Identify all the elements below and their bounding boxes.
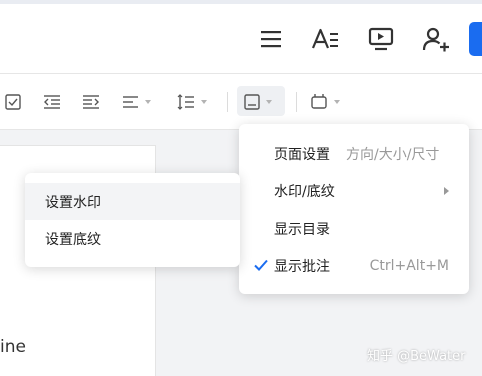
menu-item-label: 水印/底纹 bbox=[274, 183, 335, 200]
present-icon[interactable] bbox=[366, 24, 396, 54]
menu-item-shortcut: Ctrl+Alt+M bbox=[369, 257, 449, 274]
source-watermark: 知乎 @BeWater bbox=[367, 349, 466, 364]
menu-item-label: 显示批注 bbox=[274, 258, 330, 275]
indent-icon[interactable] bbox=[82, 92, 100, 112]
plugin-icon bbox=[311, 94, 327, 109]
checkbox-icon[interactable] bbox=[5, 92, 21, 112]
align-icon bbox=[123, 96, 138, 108]
checkmark-icon bbox=[254, 259, 268, 271]
line-spacing-dropdown[interactable] bbox=[177, 92, 207, 112]
header-top-strip bbox=[0, 0, 482, 4]
chevron-down-icon bbox=[145, 100, 151, 104]
chevron-right-icon bbox=[444, 186, 449, 195]
outdent-icon[interactable] bbox=[43, 92, 61, 112]
chevron-down-icon bbox=[266, 100, 272, 104]
document-text: ine bbox=[0, 337, 26, 357]
chevron-down-icon bbox=[334, 100, 340, 104]
watermark-submenu: 设置水印 设置底纹 bbox=[25, 173, 240, 267]
menu-icon[interactable] bbox=[256, 24, 286, 54]
app-header bbox=[0, 0, 482, 74]
text-format-icon[interactable] bbox=[311, 24, 341, 54]
add-user-icon[interactable] bbox=[421, 24, 451, 54]
page-layout-icon bbox=[244, 94, 260, 110]
toolbar-divider bbox=[227, 92, 228, 112]
menu-item-watermark-shading[interactable]: 水印/底纹 bbox=[239, 172, 469, 209]
menu-item-label: 页面设置 bbox=[274, 146, 330, 163]
align-dropdown[interactable] bbox=[122, 92, 151, 112]
menu-item-show-toc[interactable]: 显示目录 bbox=[239, 210, 469, 247]
menu-item-set-watermark[interactable]: 设置水印 bbox=[25, 183, 240, 220]
share-button[interactable] bbox=[469, 22, 482, 56]
menu-item-hint: 方向/大小/尺寸 bbox=[346, 146, 440, 163]
plugin-dropdown[interactable] bbox=[310, 92, 340, 112]
menu-item-show-comments[interactable]: 显示批注 Ctrl+Alt+M bbox=[239, 247, 469, 284]
page-layout-menu: 页面设置 方向/大小/尺寸 水印/底纹 显示目录 显示批注 Ctrl+Alt+M bbox=[239, 124, 469, 294]
page-layout-dropdown[interactable] bbox=[244, 92, 272, 112]
line-spacing-icon bbox=[177, 94, 194, 110]
chevron-down-icon bbox=[201, 100, 207, 104]
menu-item-label: 设置水印 bbox=[45, 194, 101, 211]
menu-item-label: 设置底纹 bbox=[45, 231, 101, 248]
menu-item-page-setup[interactable]: 页面设置 方向/大小/尺寸 bbox=[239, 135, 469, 172]
menu-item-label: 显示目录 bbox=[274, 221, 330, 238]
toolbar-divider bbox=[296, 92, 297, 112]
menu-item-set-shading[interactable]: 设置底纹 bbox=[25, 220, 240, 257]
